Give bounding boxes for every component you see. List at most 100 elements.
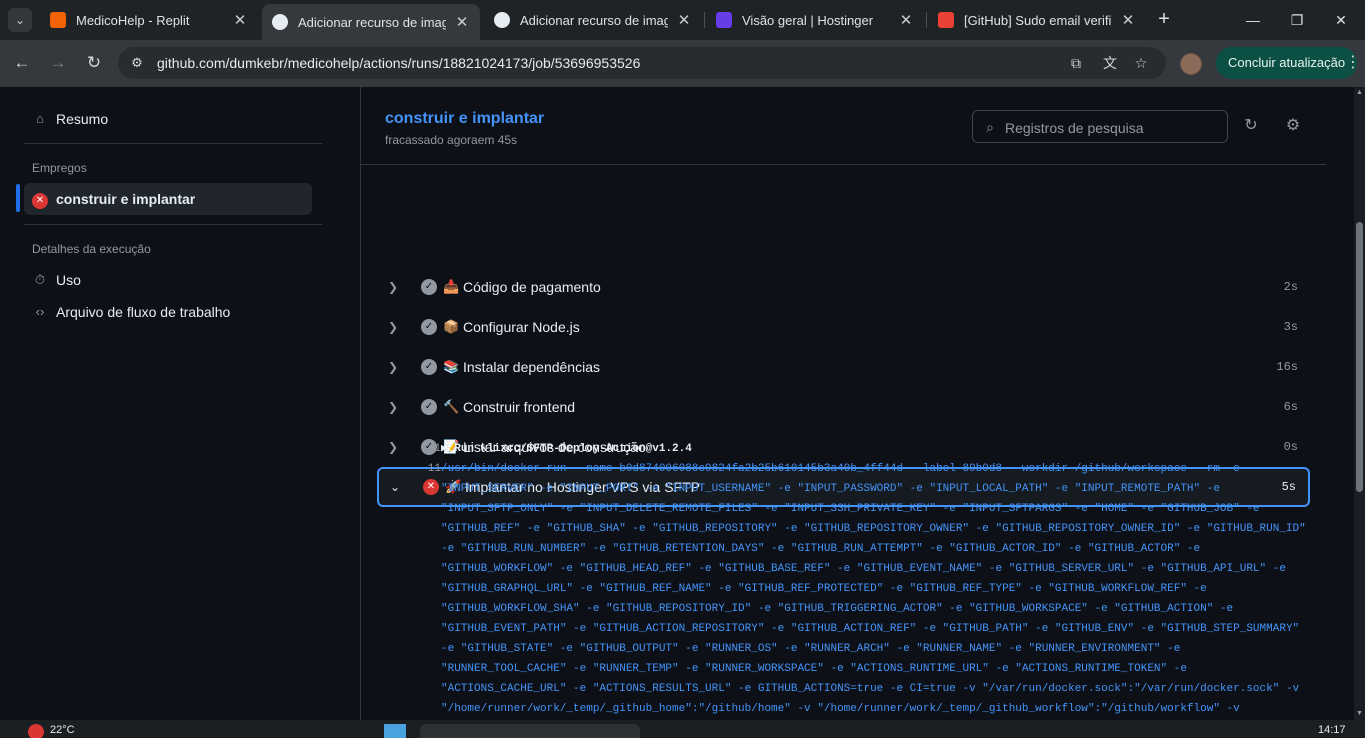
install-app-icon[interactable]: ⧉: [1066, 53, 1086, 73]
tab-close-icon[interactable]: ✕: [232, 11, 248, 29]
tab-title: MedicoHelp - Replit: [76, 12, 190, 28]
step-emoji: 📚: [443, 359, 460, 374]
log-line-text: "GITHUB_GRAPHQL_URL" -e "GITHUB_REF_NAME…: [441, 583, 1207, 595]
run-details-heading: Detalhes da execução: [32, 242, 151, 256]
log-line-text: -e "GITHUB_RUN_NUMBER" -e "GITHUB_RETENT…: [441, 543, 1201, 555]
check-circle-icon: ✓: [421, 319, 437, 335]
job-title[interactable]: construir e implantar: [385, 110, 544, 128]
chevron-right-icon: ❯: [387, 400, 399, 414]
forward-arrow-icon[interactable]: →: [46, 51, 70, 75]
tab-search-button[interactable]: ⌄: [8, 8, 32, 32]
step-duration: 16s: [1276, 360, 1298, 374]
log-line: "INPUT_SERVER" -e "INPUT_PORT" -e "INPUT…: [377, 479, 1310, 499]
log-line: "GITHUB_WORKFLOW_SHA" -e "GITHUB_REPOSIT…: [377, 599, 1310, 619]
log-line-text: "INPUT_SERVER" -e "INPUT_PORT" -e "INPUT…: [441, 483, 1220, 495]
step-row[interactable]: ❯ ✓ 📚 Instalar dependências 16s: [377, 347, 1310, 387]
step-row[interactable]: ❯ ✓ 📦 Configurar Node.js 3s: [377, 307, 1310, 347]
search-placeholder: Registros de pesquisa: [1005, 120, 1144, 136]
taskbar-search-box[interactable]: [420, 724, 640, 738]
log-line-text: "INPUT_SFTP_ONLY" -e "INPUT_DELETE_REMOT…: [441, 503, 1260, 515]
taskbar-clock[interactable]: 14:17: [1318, 724, 1346, 738]
log-line: "GITHUB_EVENT_PATH" -e "GITHUB_ACTION_RE…: [377, 619, 1310, 639]
tab-separator: [926, 12, 927, 28]
tab-title: Adicionar recurso de imagem: [520, 12, 668, 28]
translate-icon[interactable]: 文: [1100, 53, 1120, 73]
new-tab-button[interactable]: +: [1152, 8, 1176, 32]
log-line: -e "GITHUB_STATE" -e "GITHUB_OUTPUT" -e …: [377, 639, 1310, 659]
tab-separator: [704, 12, 705, 28]
sidebar-item-label: Arquivo de fluxo de trabalho: [56, 304, 231, 320]
scrollbar-thumb[interactable]: [1356, 222, 1363, 492]
site-info-icon[interactable]: ⚙: [128, 54, 146, 72]
sidebar-divider: [24, 143, 322, 144]
os-taskbar: 22°C 14:17: [0, 720, 1365, 738]
file-code-icon: ‹›: [35, 304, 45, 319]
check-circle-icon: ✓: [421, 279, 437, 295]
address-bar[interactable]: ⚙ github.com/dumkebr/medicohelp/actions/…: [118, 47, 1166, 79]
sidebar-item-job[interactable]: ✕ construir e implantar: [24, 183, 312, 215]
page-scrollbar[interactable]: ▲ ▼: [1354, 87, 1365, 720]
home-icon: ⌂: [36, 111, 44, 126]
browser-toolbar: ← → ↻ ⚙ github.com/dumkebr/medicohelp/ac…: [0, 40, 1365, 87]
back-arrow-icon[interactable]: ←: [10, 51, 34, 75]
log-line-text: -e "GITHUB_STATE" -e "GITHUB_OUTPUT" -e …: [441, 643, 1181, 655]
scroll-down-icon[interactable]: ▼: [1354, 708, 1365, 720]
profile-avatar[interactable]: [1180, 53, 1202, 75]
chevron-right-icon: ❯: [387, 360, 399, 374]
log-line-number[interactable]: 1: [417, 439, 441, 459]
more-menu-icon[interactable]: ⋮: [1345, 51, 1361, 75]
step-duration: 3s: [1283, 320, 1298, 334]
tab-close-icon[interactable]: ✕: [898, 11, 914, 29]
sidebar-item-label: Uso: [56, 272, 81, 288]
log-line-text: "GITHUB_WORKFLOW_SHA" -e "GITHUB_REPOSIT…: [441, 603, 1234, 615]
log-line: "/home/runner/work/_temp/_github_home":"…: [377, 699, 1310, 719]
refresh-icon[interactable]: ↻: [1241, 116, 1261, 136]
log-line-text: "GITHUB_EVENT_PATH" -e "GITHUB_ACTION_RE…: [441, 623, 1300, 635]
log-line: 11 /usr/bin/docker run --name b0d8740060…: [377, 459, 1310, 479]
sidebar-item-summary[interactable]: ⌂ Resumo: [24, 103, 312, 135]
log-line-text: "GITHUB_REF" -e "GITHUB_SHA" -e "GITHUB_…: [441, 523, 1306, 535]
complete-update-button[interactable]: Concluir atualização: [1216, 47, 1358, 79]
log-line: "INPUT_SFTP_ONLY" -e "INPUT_DELETE_REMOT…: [377, 499, 1310, 519]
tab-close-icon[interactable]: ✕: [454, 13, 470, 31]
browser-tab-active[interactable]: Adicionar recurso de imagem ✕: [262, 4, 480, 40]
stopwatch-icon: ⏱: [34, 272, 46, 287]
search-icon: ⌕: [986, 119, 994, 135]
log-line[interactable]: 1 ▶ Run wlixcc/SFTP-Deploy-Action@v1.2.4: [377, 439, 1310, 459]
bookmark-star-icon[interactable]: ☆: [1131, 53, 1151, 73]
weather-temperature[interactable]: 22°C: [50, 724, 75, 738]
tab-close-icon[interactable]: ✕: [676, 11, 692, 29]
log-line-text: /usr/bin/docker run --name b0d874006088c…: [441, 463, 1240, 475]
restore-icon[interactable]: ❐: [1285, 8, 1309, 32]
browser-tab[interactable]: Adicionar recurso de imagem ✕: [484, 5, 702, 35]
log-line-text: "/home/runner/work/_temp/_github_home":"…: [441, 703, 1240, 715]
gear-icon[interactable]: ⚙: [1283, 116, 1303, 136]
log-line: "RUNNER_TOOL_CACHE" -e "RUNNER_TEMP" -e …: [377, 659, 1310, 679]
gmail-favicon-icon: [938, 12, 954, 28]
log-line-number[interactable]: 11: [417, 459, 441, 479]
sidebar-item-label: Resumo: [56, 111, 109, 127]
job-status-text: fracassado agoraem 45s: [385, 133, 518, 147]
log-line-text: ▶ Run wlixcc/SFTP-Deploy-Action@v1.2.4: [441, 443, 692, 455]
log-line-text: "GITHUB_WORKFLOW" -e "GITHUB_HEAD_REF" -…: [441, 563, 1286, 575]
step-row[interactable]: ❯ ✓ 🔨 Construir frontend 6s: [377, 387, 1310, 427]
browser-tab[interactable]: MedicoHelp - Replit ✕: [40, 5, 258, 35]
windows-start-icon[interactable]: [384, 724, 406, 738]
browser-tab[interactable]: Visão geral | Hostinger ✕: [706, 5, 924, 35]
sidebar-divider: [24, 224, 322, 225]
sidebar-item-usage[interactable]: ⏱ Uso: [24, 264, 312, 296]
close-window-icon[interactable]: ✕: [1329, 8, 1353, 32]
minimize-icon[interactable]: —: [1241, 8, 1265, 32]
chevron-right-icon: ❯: [387, 280, 399, 294]
reload-icon[interactable]: ↻: [82, 51, 106, 75]
check-circle-icon: ✓: [421, 399, 437, 415]
step-duration: 6s: [1283, 400, 1298, 414]
step-row[interactable]: ❯ ✓ 📥 Código de pagamento 2s: [377, 267, 1310, 307]
sidebar-item-workflow-file[interactable]: ‹› Arquivo de fluxo de trabalho: [24, 296, 312, 328]
tab-close-icon[interactable]: ✕: [1120, 11, 1136, 29]
step-emoji: 📦: [443, 319, 460, 334]
log-search-input[interactable]: ⌕ Registros de pesquisa: [972, 110, 1228, 143]
browser-tab[interactable]: [GitHub] Sudo email verificat ✕: [928, 5, 1146, 35]
scroll-up-icon[interactable]: ▲: [1354, 87, 1365, 99]
step-name: Construir frontend: [463, 399, 576, 415]
